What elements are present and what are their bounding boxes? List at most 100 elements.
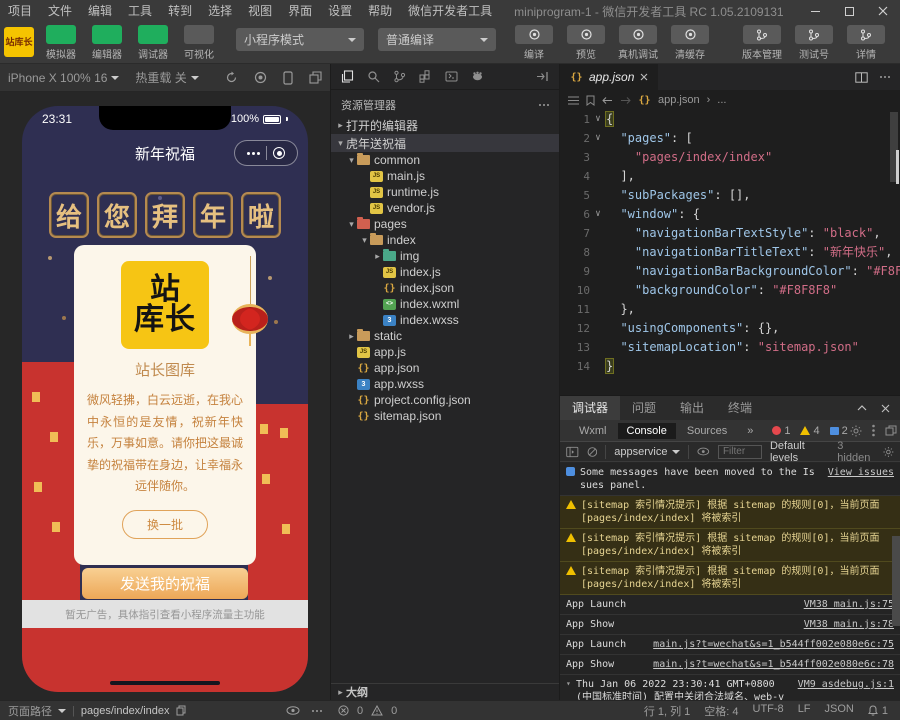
- notifications-badge[interactable]: 1: [868, 705, 888, 717]
- open-editors-section[interactable]: ▸ 打开的编辑器: [331, 116, 559, 134]
- change-batch-button[interactable]: 换一批: [122, 510, 208, 539]
- fold-icon[interactable]: [590, 167, 606, 186]
- file-tree-row[interactable]: main.js: [331, 168, 559, 184]
- problems-section[interactable]: 0 0: [330, 705, 560, 717]
- undock-icon[interactable]: [885, 425, 897, 436]
- panel-toggle-button[interactable]: 编辑器: [84, 25, 130, 61]
- status-item[interactable]: LF: [798, 703, 811, 719]
- toolbar-right-button[interactable]: 版本管理: [736, 25, 788, 61]
- menu-item[interactable]: 选择: [200, 0, 240, 22]
- files-icon[interactable]: [341, 70, 354, 83]
- fold-icon[interactable]: ∨: [590, 129, 606, 148]
- file-tree-row[interactable]: index.wxss: [331, 312, 559, 328]
- fold-icon[interactable]: [590, 319, 606, 338]
- fold-icon[interactable]: [590, 281, 606, 300]
- menu-item[interactable]: 帮助: [360, 0, 400, 22]
- fold-icon[interactable]: [590, 262, 606, 281]
- console-row[interactable]: Some messages have been moved to the Iss…: [560, 463, 900, 496]
- console-row[interactable]: [sitemap 索引情况提示] 根据 sitemap 的规则[0]，当前页面 …: [560, 562, 900, 595]
- outline-section[interactable]: ▸ 大纲: [331, 683, 559, 700]
- extensions-icon[interactable]: [419, 70, 432, 83]
- file-tree-row[interactable]: index.js: [331, 264, 559, 280]
- collapse-sidebar-icon[interactable]: [536, 71, 549, 82]
- tab-terminal[interactable]: 终端: [716, 396, 764, 420]
- fold-icon[interactable]: [590, 186, 606, 205]
- tab-debugger[interactable]: 调试器: [560, 396, 620, 420]
- file-tree-row[interactable]: runtime.js: [331, 184, 559, 200]
- app-logo[interactable]: 站库长: [4, 27, 34, 57]
- fold-icon[interactable]: [590, 243, 606, 262]
- console-row[interactable]: ▾ Thu Jan 06 2022 23:30:41 GMT+0800 (中国标…: [560, 675, 900, 700]
- file-tree-row[interactable]: ▸ static: [331, 328, 559, 344]
- status-item[interactable]: JSON: [825, 703, 854, 719]
- outline-list-icon[interactable]: [568, 96, 579, 105]
- settings-gear-icon[interactable]: [850, 425, 862, 437]
- status-item[interactable]: UTF-8: [753, 703, 784, 719]
- source-control-icon[interactable]: [393, 70, 406, 83]
- file-tree-row[interactable]: sitemap.json: [331, 408, 559, 424]
- file-tree-row[interactable]: ▾ pages: [331, 216, 559, 232]
- console-source-link[interactable]: main.js?t=wechat&s=1_b544ff002e080e6c:78: [653, 658, 894, 671]
- fold-icon[interactable]: [590, 148, 606, 167]
- toolbar-action-button[interactable]: 预览: [560, 25, 612, 61]
- capsule-menu[interactable]: [234, 140, 298, 166]
- menu-item[interactable]: 文件: [40, 0, 80, 22]
- remote-window-icon[interactable]: [445, 70, 458, 83]
- compile-mode-dropdown[interactable]: 普通编译: [378, 28, 496, 51]
- warning-badge[interactable]: 4: [800, 425, 819, 437]
- file-tree-row[interactable]: ▾ index: [331, 232, 559, 248]
- tab-problems[interactable]: 问题: [620, 396, 668, 420]
- console-row[interactable]: App Show VM38 main.js:78: [560, 615, 900, 635]
- more-actions-icon[interactable]: [312, 710, 322, 712]
- copy-icon[interactable]: [176, 705, 186, 716]
- menu-item[interactable]: 工具: [120, 0, 160, 22]
- error-badge[interactable]: 1: [772, 425, 790, 437]
- console-row[interactable]: App Launch VM38 main.js:75: [560, 595, 900, 615]
- chevron-up-icon[interactable]: [857, 405, 867, 411]
- close-panel-icon[interactable]: [881, 404, 890, 413]
- menu-item[interactable]: 视图: [240, 0, 280, 22]
- npm-tool-icon[interactable]: [471, 70, 484, 83]
- console-filter-input[interactable]: [718, 445, 762, 459]
- more-actions-icon[interactable]: [880, 76, 890, 78]
- fold-icon[interactable]: [590, 224, 606, 243]
- context-dropdown[interactable]: appservice: [614, 446, 680, 458]
- close-button[interactable]: [866, 0, 900, 22]
- menu-item[interactable]: 界面: [280, 0, 320, 22]
- toolbar-action-button[interactable]: 真机调试: [612, 25, 664, 61]
- fold-icon[interactable]: [590, 357, 606, 376]
- toolbar-action-button[interactable]: 清缓存: [664, 25, 716, 61]
- more-icon[interactable]: [247, 152, 260, 155]
- menu-item[interactable]: 微信开发者工具: [400, 0, 500, 22]
- minimize-button[interactable]: [798, 0, 832, 22]
- close-tab-icon[interactable]: [640, 73, 648, 81]
- panel-toggle-button[interactable]: 模拟器: [38, 25, 84, 61]
- fold-icon[interactable]: ∨: [590, 205, 606, 224]
- console-source-link[interactable]: VM38 main.js:78: [804, 618, 894, 631]
- console-scrollbar[interactable]: [892, 536, 900, 626]
- menu-item[interactable]: 设置: [320, 0, 360, 22]
- file-tree-row[interactable]: ▸ img: [331, 248, 559, 264]
- refresh-icon[interactable]: [225, 71, 238, 84]
- console-row[interactable]: [sitemap 索引情况提示] 根据 sitemap 的规则[0]，当前页面 …: [560, 496, 900, 529]
- fold-icon[interactable]: [590, 338, 606, 357]
- project-root-row[interactable]: ▾ 虎年送祝福: [331, 134, 559, 152]
- editor-tab-appjson[interactable]: app.json: [560, 64, 659, 90]
- send-blessing-button[interactable]: 发送我的祝福: [82, 568, 248, 599]
- rotate-device-icon[interactable]: [283, 71, 293, 85]
- menu-item[interactable]: 项目: [0, 0, 40, 22]
- console-row[interactable]: App Launch main.js?t=wechat&s=1_b544ff00…: [560, 635, 900, 655]
- toolbar-right-button[interactable]: 测试号: [788, 25, 840, 61]
- console-source-link[interactable]: main.js?t=wechat&s=1_b544ff002e080e6c:75: [653, 638, 894, 651]
- clear-console-icon[interactable]: [587, 446, 598, 458]
- forward-arrow-icon[interactable]: [620, 96, 631, 105]
- search-icon[interactable]: [367, 70, 380, 83]
- file-tree-row[interactable]: vendor.js: [331, 200, 559, 216]
- fold-icon[interactable]: [590, 300, 606, 319]
- info-badge[interactable]: 2: [830, 425, 848, 437]
- file-tree-row[interactable]: app.js: [331, 344, 559, 360]
- eye-icon[interactable]: [697, 447, 710, 456]
- record-icon[interactable]: [254, 71, 267, 84]
- bookmark-icon[interactable]: [586, 95, 595, 106]
- console-settings-icon[interactable]: [883, 446, 894, 458]
